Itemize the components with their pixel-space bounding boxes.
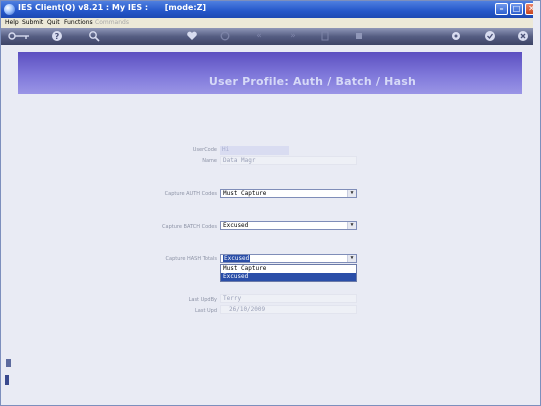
batch-codes-value: Excused — [223, 222, 249, 229]
toolbar: ? « » — [1, 28, 540, 45]
menu-submit[interactable]: Submit — [22, 19, 43, 26]
last-upd-label: Last Upd — [194, 308, 217, 314]
hash-totals-label: Capture HASH Totals — [165, 256, 217, 262]
last-updby-field[interactable]: Terry — [220, 294, 357, 303]
hash-totals-dropdown: Must Capture Excused — [220, 264, 357, 282]
right-edge — [533, 1, 540, 405]
close-icon[interactable] — [517, 30, 529, 42]
stop-icon[interactable] — [353, 30, 365, 42]
app-window: IES Client(Q) v8.21 : My IES : [mode:Z] … — [0, 0, 541, 406]
search-icon[interactable] — [88, 30, 100, 42]
hash-totals-select[interactable]: Excused ▼ — [220, 254, 357, 263]
batch-codes-label: Capture BATCH Codes — [162, 224, 217, 230]
chevron-down-icon[interactable]: ▼ — [347, 190, 356, 197]
menu-quit[interactable]: Quit — [47, 19, 60, 26]
double-right-icon[interactable]: » — [286, 30, 300, 42]
menu-help[interactable]: Help — [5, 19, 19, 26]
double-left-icon[interactable]: « — [252, 30, 266, 42]
app-globe-icon — [4, 4, 15, 15]
name-field[interactable]: Data Magr — [220, 156, 357, 165]
heart-icon[interactable] — [186, 30, 198, 42]
auth-codes-label: Capture AUTH Codes — [164, 191, 217, 197]
page-title: User Profile: Auth / Batch / Hash — [208, 75, 416, 88]
batch-codes-select[interactable]: Excused ▼ — [220, 221, 357, 230]
menu-bar: Help Submit Quit Functions Commands — [1, 18, 540, 28]
page-header: User Profile: Auth / Batch / Hash — [18, 52, 522, 94]
minimize-button[interactable]: – — [495, 3, 508, 15]
name-label: Name — [202, 158, 217, 164]
user-code-label: UserCode — [192, 147, 217, 153]
menu-functions[interactable]: Functions — [64, 19, 93, 26]
hash-totals-value: Excused — [223, 255, 251, 262]
help-icon[interactable]: ? — [51, 30, 63, 42]
refresh-icon[interactable] — [219, 30, 231, 42]
last-updby-label: Last UpdBy — [188, 297, 217, 303]
copy-icon[interactable] — [319, 30, 331, 42]
settings-icon[interactable] — [450, 30, 462, 42]
check-icon[interactable] — [484, 30, 496, 42]
auth-codes-value: Must Capture — [223, 190, 267, 197]
auth-codes-select[interactable]: Must Capture ▼ — [220, 189, 357, 198]
title-bar[interactable]: IES Client(Q) v8.21 : My IES : [mode:Z] … — [1, 1, 540, 18]
window-title: IES Client(Q) v8.21 : My IES : [mode:Z] — [18, 3, 207, 12]
chevron-down-icon[interactable]: ▼ — [347, 255, 356, 262]
user-code-field[interactable]: Hi — [220, 146, 289, 155]
chevron-down-icon[interactable]: ▼ — [347, 222, 356, 229]
side-marker — [6, 359, 11, 367]
svg-text:?: ? — [55, 32, 60, 41]
key-icon[interactable] — [7, 30, 31, 42]
dropdown-option-excused[interactable]: Excused — [221, 273, 356, 281]
maximize-button[interactable]: □ — [510, 3, 523, 15]
dropdown-option-must-capture[interactable]: Must Capture — [221, 265, 356, 273]
menu-commands[interactable]: Commands — [95, 19, 129, 26]
side-handle[interactable] — [5, 375, 9, 385]
last-upd-field[interactable]: 26/10/2009 — [220, 305, 357, 314]
